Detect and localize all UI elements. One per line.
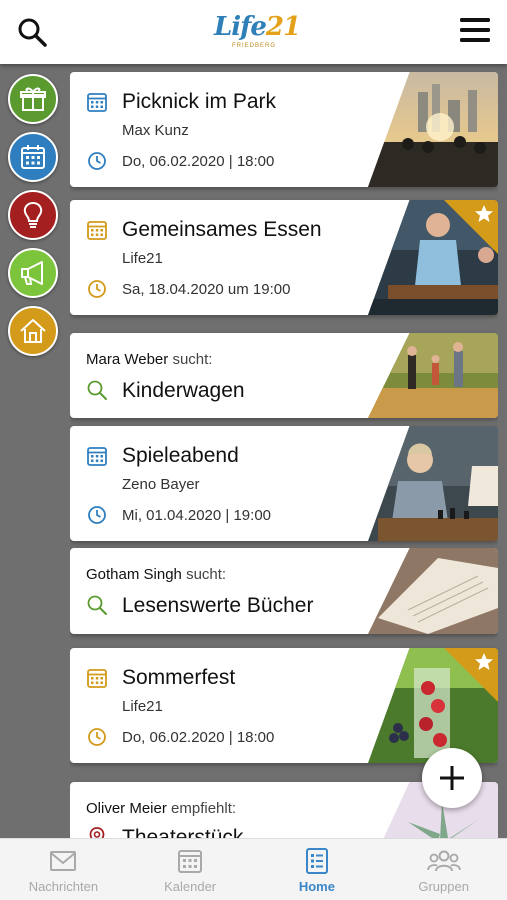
house-icon [20, 319, 46, 343]
calendar-icon [87, 93, 107, 112]
recommender: Oliver Meier empfiehlt: [86, 800, 236, 817]
clock-icon [88, 152, 106, 170]
event-title: Spieleabend [122, 444, 239, 467]
person-name: Gotham Singh [86, 566, 182, 583]
logo-text: Life [214, 12, 267, 42]
gift-icon [20, 87, 46, 111]
sidebar-announcements-button[interactable] [8, 248, 58, 298]
event-organizer: Life21 [122, 250, 163, 267]
person-name: Oliver Meier [86, 800, 167, 817]
event-card[interactable]: Sommerfest Life21 Do, 06.02.2020 | 18:00 [70, 648, 498, 763]
mail-icon [50, 851, 77, 871]
calendar-icon [87, 221, 107, 240]
action-verb: sucht: [186, 566, 227, 583]
group-icon [426, 850, 461, 872]
list-icon [305, 848, 328, 874]
magnifier-icon [87, 595, 107, 615]
plus-icon [440, 766, 464, 790]
logo-number: 21 [265, 12, 301, 42]
app-logo[interactable]: Life21 FRIEDBERG [214, 12, 301, 56]
calendar-icon [178, 850, 203, 873]
person-name: Mara Weber [86, 351, 169, 368]
activity-feed[interactable]: Picknick im Park Max Kunz Do, 06.02.2020… [70, 70, 498, 840]
sidebar-gift-button[interactable] [8, 74, 58, 124]
star-icon [475, 653, 493, 670]
sidebar-ideas-button[interactable] [8, 190, 58, 240]
event-card[interactable]: Gemeinsames Essen Life21 Sa, 18.04.2020 … [70, 200, 498, 315]
sidebar-home-button[interactable] [8, 306, 58, 356]
search-card[interactable]: Gotham Singh sucht: Lesenswerte Bücher [70, 548, 498, 634]
clock-icon [88, 728, 106, 746]
tab-kalender[interactable]: Kalender [127, 839, 254, 900]
event-organizer: Max Kunz [122, 122, 189, 139]
tab-gruppen[interactable]: Gruppen [380, 839, 507, 900]
search-title: Kinderwagen [122, 379, 245, 402]
search-card[interactable]: Mara Weber sucht: Kinderwagen [70, 333, 498, 418]
tab-home[interactable]: Home [254, 839, 381, 900]
event-organizer: Life21 [122, 698, 163, 715]
calendar-icon [21, 145, 45, 169]
logo-subtitle: FRIEDBERG [231, 43, 276, 49]
event-card[interactable]: Spieleabend Zeno Bayer Mi, 01.04.2020 | … [70, 426, 498, 541]
add-button[interactable] [422, 748, 482, 808]
tab-label: Home [298, 879, 335, 894]
search-requester: Gotham Singh sucht: [86, 566, 226, 583]
megaphone-icon [21, 261, 43, 285]
clock-icon [88, 506, 106, 524]
tab-nachrichten[interactable]: Nachrichten [0, 839, 127, 900]
chess-game-photo [368, 426, 498, 541]
park-sunset-photo [368, 72, 498, 187]
search-requester: Mara Weber sucht: [86, 351, 212, 368]
sidebar-calendar-button[interactable] [8, 132, 58, 182]
clock-icon [88, 280, 106, 298]
bottom-navigation: Nachrichten Kalender Home Gruppen [0, 838, 507, 900]
family-walk-photo [368, 333, 498, 418]
event-organizer: Zeno Bayer [122, 476, 200, 493]
event-title: Sommerfest [122, 666, 236, 689]
hamburger-menu-icon[interactable] [459, 14, 491, 46]
event-date: Mi, 01.04.2020 | 19:00 [122, 507, 272, 524]
app-header: Life21 FRIEDBERG [0, 0, 507, 64]
event-title: Gemeinsames Essen [122, 218, 322, 241]
action-verb: sucht: [172, 351, 213, 368]
tab-label: Nachrichten [28, 879, 99, 894]
event-date: Do, 06.02.2020 | 18:00 [122, 729, 275, 746]
search-title: Lesenswerte Bücher [122, 594, 314, 617]
tab-label: Gruppen [418, 879, 469, 894]
open-book-photo [368, 548, 498, 634]
calendar-icon [87, 447, 107, 466]
event-date: Do, 06.02.2020 | 18:00 [122, 153, 275, 170]
lightbulb-icon [23, 201, 43, 228]
tab-label: Kalender [164, 879, 217, 894]
event-date: Sa, 18.04.2020 um 19:00 [122, 281, 291, 298]
magnifier-icon [87, 380, 107, 400]
search-icon[interactable] [16, 16, 48, 48]
event-card[interactable]: Picknick im Park Max Kunz Do, 06.02.2020… [70, 72, 498, 187]
calendar-icon [87, 669, 107, 688]
action-verb: empfiehlt: [171, 800, 237, 817]
star-icon [475, 205, 493, 222]
event-title: Picknick im Park [122, 90, 277, 113]
